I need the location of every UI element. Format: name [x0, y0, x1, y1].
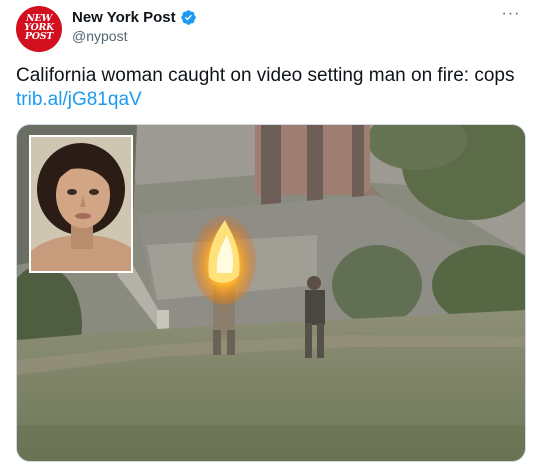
- display-name[interactable]: New York Post: [72, 9, 176, 26]
- mugshot-photo: [31, 137, 131, 271]
- nypost-logo: NEW YORK POST: [23, 13, 54, 42]
- tweet-header: New York Post @nypost: [72, 8, 197, 44]
- tweet-card[interactable]: NEW YORK POST New York Post @nypost ··· …: [0, 0, 539, 470]
- more-options-icon[interactable]: ···: [499, 4, 523, 24]
- display-name-row: New York Post: [72, 8, 197, 26]
- mugshot-inset: [29, 135, 133, 273]
- tweet-body: California woman caught on video setting…: [16, 65, 515, 86]
- verified-badge-icon: [180, 9, 197, 26]
- tweet-link[interactable]: trib.al/jG81qaV: [16, 89, 142, 110]
- account-handle[interactable]: @nypost: [72, 28, 197, 44]
- media-video-still[interactable]: [16, 124, 526, 462]
- tweet-text: California woman caught on video setting…: [16, 64, 526, 112]
- account-avatar[interactable]: NEW YORK POST: [16, 6, 62, 52]
